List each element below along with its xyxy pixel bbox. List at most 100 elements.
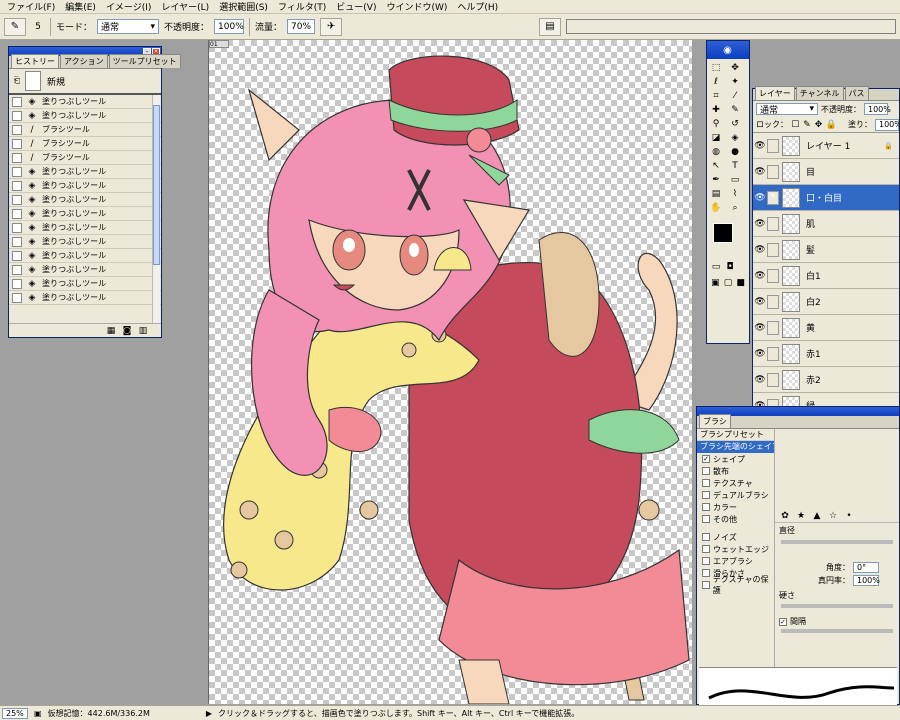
brush-option-checkbox[interactable] <box>702 569 710 577</box>
foreground-color[interactable] <box>713 223 733 243</box>
menu-item[interactable]: イメージ(I) <box>101 0 157 13</box>
history-checkbox[interactable] <box>12 222 22 233</box>
toolbox-header[interactable]: ◉ <box>707 41 749 59</box>
quickmask-icon[interactable]: ◘ <box>724 261 736 273</box>
eye-icon[interactable]: 👁 <box>753 141 767 151</box>
brush-option-checkbox[interactable] <box>702 557 710 565</box>
marquee-icon[interactable]: ⬚ <box>710 62 722 74</box>
play-icon[interactable]: ▶ <box>206 709 212 718</box>
zoom-field[interactable]: 25% <box>2 707 28 719</box>
brush-option-item[interactable]: ノイズ <box>697 531 774 543</box>
brush-tip-shape-item[interactable]: ブラシ先端のシェイプ <box>697 441 774 453</box>
trash-icon[interactable]: ▥ <box>137 325 149 337</box>
layer-link-box[interactable] <box>767 294 779 309</box>
history-item[interactable]: ∕ ブラシツール <box>9 151 161 165</box>
palette-well-button[interactable]: ▤ <box>539 17 561 36</box>
eye-icon[interactable]: 👁 <box>753 167 767 177</box>
crop-icon[interactable]: ⌗ <box>710 90 722 102</box>
lock-all-icon[interactable]: 🔒 <box>826 119 837 131</box>
history-item[interactable]: ∕ ブラシツール <box>9 305 161 307</box>
brush-option-checkbox[interactable] <box>702 467 710 475</box>
lock-position-icon[interactable]: ✥ <box>814 119 823 131</box>
brush-option-item[interactable]: ✓ シェイプ <box>697 453 774 465</box>
eyedropper-icon[interactable]: ⌇ <box>729 188 741 200</box>
path-select-icon[interactable]: ↖ <box>710 160 722 172</box>
brush-option-checkbox[interactable] <box>702 581 710 589</box>
type-icon[interactable]: T <box>729 160 741 172</box>
brush-option-checkbox[interactable] <box>702 515 710 523</box>
notes-icon[interactable]: ▤ <box>710 188 722 200</box>
history-item[interactable]: ◈ 塗りつぶしツール <box>9 95 161 109</box>
brush-option-item[interactable]: ウェットエッジ <box>697 543 774 555</box>
brush-option-checkbox[interactable] <box>702 479 710 487</box>
brush-option-checkbox[interactable] <box>702 533 710 541</box>
angle-field[interactable]: 0° <box>853 562 879 573</box>
shape-icon[interactable]: ▭ <box>729 174 741 186</box>
layer-row[interactable]: 👁 肌 <box>753 211 899 237</box>
brush-option-item[interactable]: デュアルブラシ <box>697 489 774 501</box>
brush-option-item[interactable]: 散布 <box>697 465 774 477</box>
pen-icon[interactable]: ✒ <box>710 174 722 186</box>
history-checkbox[interactable] <box>12 292 22 303</box>
zoom-icon[interactable]: ⌕ <box>729 202 741 214</box>
stamp-icon[interactable]: ⚲ <box>710 118 722 130</box>
lock-transparency-icon[interactable]: ☐ <box>791 119 800 131</box>
history-item[interactable]: ◈ 塗りつぶしツール <box>9 291 161 305</box>
layer-link-box[interactable] <box>767 164 779 179</box>
layer-row[interactable]: 👁 ✎ 口・白目 <box>753 185 899 211</box>
fullscreen-black-icon[interactable]: ■ <box>735 277 746 289</box>
brush-option-checkbox[interactable] <box>702 503 710 511</box>
history-item[interactable]: ◈ 塗りつぶしツール <box>9 207 161 221</box>
history-checkbox[interactable] <box>12 194 22 205</box>
screen-mode-icon[interactable]: ▣ <box>710 277 721 289</box>
menu-item[interactable]: ファイル(F) <box>2 0 60 13</box>
history-checkbox[interactable] <box>12 96 22 107</box>
eye-icon[interactable]: 👁 <box>753 323 767 333</box>
blur-icon[interactable]: ◍ <box>710 146 722 158</box>
brush-option-item[interactable]: テクスチャの保護 <box>697 575 774 595</box>
brush-icon[interactable]: ✎ <box>729 104 741 116</box>
eye-icon[interactable]: 👁 <box>753 349 767 359</box>
mode-select[interactable]: 通常 ▾ <box>97 19 160 34</box>
layer-link-box[interactable] <box>767 320 779 335</box>
history-checkbox[interactable] <box>12 264 22 275</box>
layer-row[interactable]: 👁 目 <box>753 159 899 185</box>
eye-icon[interactable]: 👁 <box>753 219 767 229</box>
brush-option-item[interactable]: その他 <box>697 513 774 525</box>
layer-link-box[interactable] <box>767 216 779 231</box>
layer-row[interactable]: 👁 赤1 <box>753 341 899 367</box>
opacity-field[interactable]: 100% <box>214 19 245 34</box>
hand-icon[interactable]: ✋ <box>710 202 722 214</box>
star-outline-icon[interactable]: ☆ <box>827 510 839 522</box>
bucket-icon[interactable]: ◈ <box>729 132 741 144</box>
tab-paths[interactable]: パス <box>844 86 869 100</box>
tab-brushes[interactable]: ブラシ <box>699 414 731 428</box>
layer-link-box[interactable] <box>767 138 779 153</box>
star-icon[interactable]: ★ <box>795 510 807 522</box>
history-checkbox[interactable] <box>12 278 22 289</box>
layer-link-box[interactable] <box>767 346 779 361</box>
move-icon[interactable]: ✥ <box>729 62 741 74</box>
diameter-slider[interactable] <box>781 540 893 544</box>
flow-field[interactable]: 70% <box>287 19 316 34</box>
brush-option-item[interactable]: テクスチャ <box>697 477 774 489</box>
history-item[interactable]: ∕ ブラシツール <box>9 137 161 151</box>
eye-icon[interactable]: 👁 <box>753 245 767 255</box>
scroll-thumb[interactable] <box>153 105 160 265</box>
history-checkbox[interactable] <box>12 180 22 191</box>
standard-mode-icon[interactable]: ▭ <box>710 261 722 273</box>
eye-icon[interactable]: 👁 <box>753 375 767 385</box>
eye-icon[interactable]: 👁 <box>753 297 767 307</box>
tool-preset-picker[interactable]: ✎ <box>4 17 26 36</box>
document-canvas[interactable]: 01 <box>208 40 692 704</box>
history-checkbox[interactable] <box>12 166 22 177</box>
menu-item[interactable]: ウインドウ(W) <box>381 0 452 13</box>
history-item[interactable]: ◈ 塗りつぶしツール <box>9 277 161 291</box>
airbrush-button[interactable]: ✈ <box>320 17 343 36</box>
spacing-slider[interactable] <box>781 629 893 633</box>
history-snapshot[interactable]: ⎗ 新規 <box>9 69 161 95</box>
history-checkbox[interactable] <box>12 138 22 149</box>
layer-link-box[interactable] <box>767 242 779 257</box>
menu-item[interactable]: ビュー(V) <box>331 0 381 13</box>
layer-row[interactable]: 👁 赤2 <box>753 367 899 393</box>
